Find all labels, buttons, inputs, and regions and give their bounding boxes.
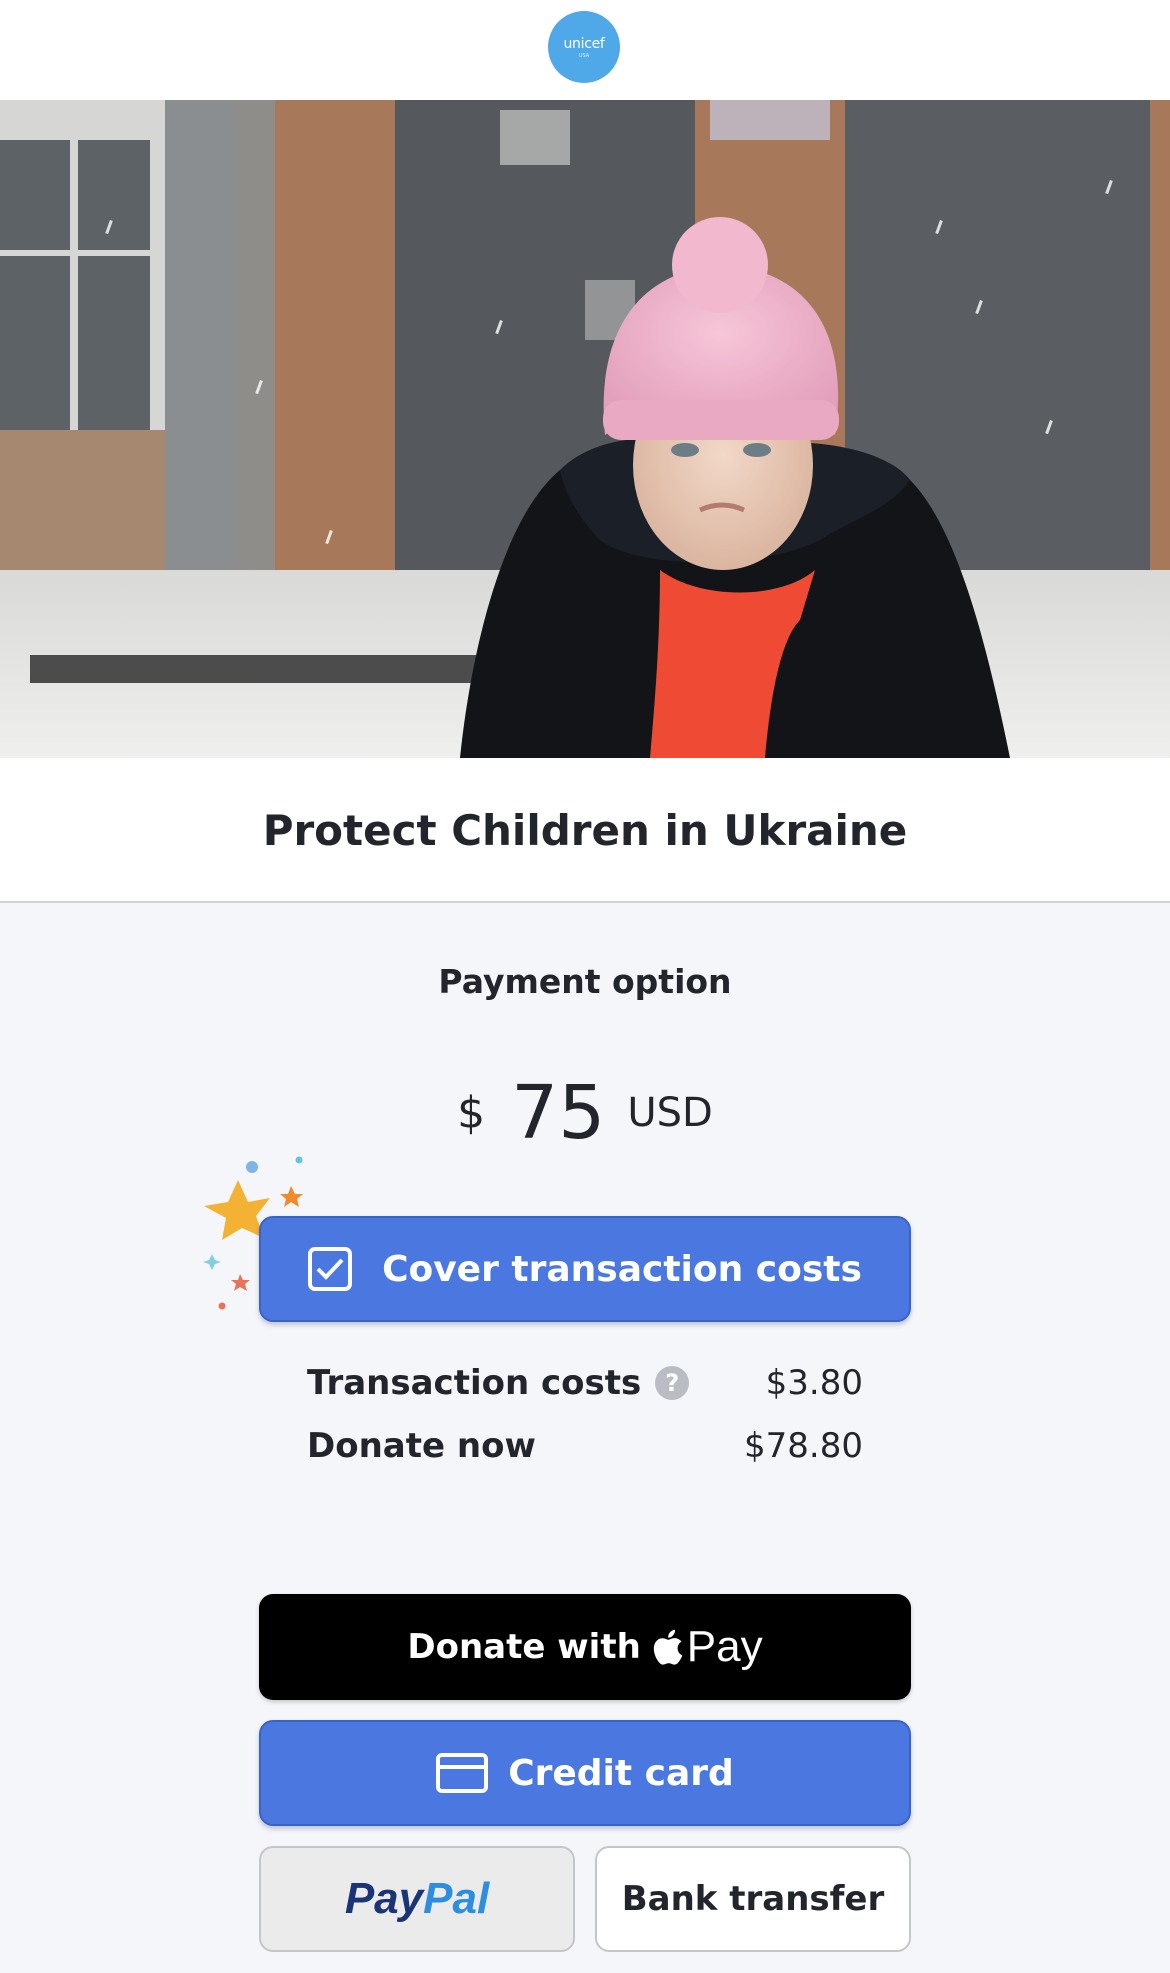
transaction-costs-row: Transaction costs? $3.80	[307, 1363, 863, 1403]
currency-code: USD	[627, 1090, 713, 1136]
paypal-logo-part1: Pay	[344, 1874, 424, 1923]
donation-amount[interactable]: $75 USD	[0, 1070, 1170, 1156]
logo-text: unicef	[563, 36, 605, 52]
campaign-title-band: Protect Children in Ukraine	[0, 758, 1170, 903]
donate-now-label: Donate now	[307, 1426, 536, 1466]
credit-card-icon	[436, 1753, 489, 1793]
logo-subtext: USA	[578, 53, 590, 59]
currency-symbol: $	[457, 1087, 486, 1139]
donate-now-value: $78.80	[744, 1426, 863, 1466]
apple-pay-button[interactable]: Donate with Pay	[259, 1594, 911, 1700]
credit-card-label: Credit card	[508, 1752, 734, 1794]
unicef-logo[interactable]: unicef USA	[548, 11, 620, 83]
hero-photo	[0, 100, 1170, 758]
campaign-title: Protect Children in Ukraine	[262, 806, 908, 855]
top-bar: unicef USA	[0, 0, 1170, 100]
bank-transfer-label: Bank transfer	[621, 1879, 885, 1919]
checkbox-checked-icon[interactable]	[308, 1247, 353, 1291]
paypal-logo-part2: Pal	[423, 1874, 490, 1923]
apple-pay-prefix: Donate with	[407, 1627, 641, 1667]
transaction-costs-value: $3.80	[765, 1363, 863, 1403]
transaction-costs-label: Transaction costs	[307, 1363, 642, 1403]
apple-logo-icon	[653, 1629, 683, 1665]
child-photo-illustration	[0, 100, 1170, 758]
credit-card-button[interactable]: Credit card	[259, 1720, 911, 1826]
bank-transfer-button[interactable]: Bank transfer	[595, 1846, 911, 1952]
cover-transaction-costs-toggle[interactable]: Cover transaction costs	[259, 1216, 911, 1322]
cover-costs-label: Cover transaction costs	[382, 1248, 862, 1290]
payment-option-heading: Payment option	[438, 962, 732, 1001]
paypal-button[interactable]: Pay Pal	[259, 1846, 575, 1952]
donate-now-row: Donate now $78.80	[307, 1426, 863, 1466]
amount-value: 75	[511, 1070, 606, 1156]
apple-pay-word: Pay	[686, 1622, 763, 1671]
help-icon[interactable]: ?	[655, 1366, 690, 1400]
